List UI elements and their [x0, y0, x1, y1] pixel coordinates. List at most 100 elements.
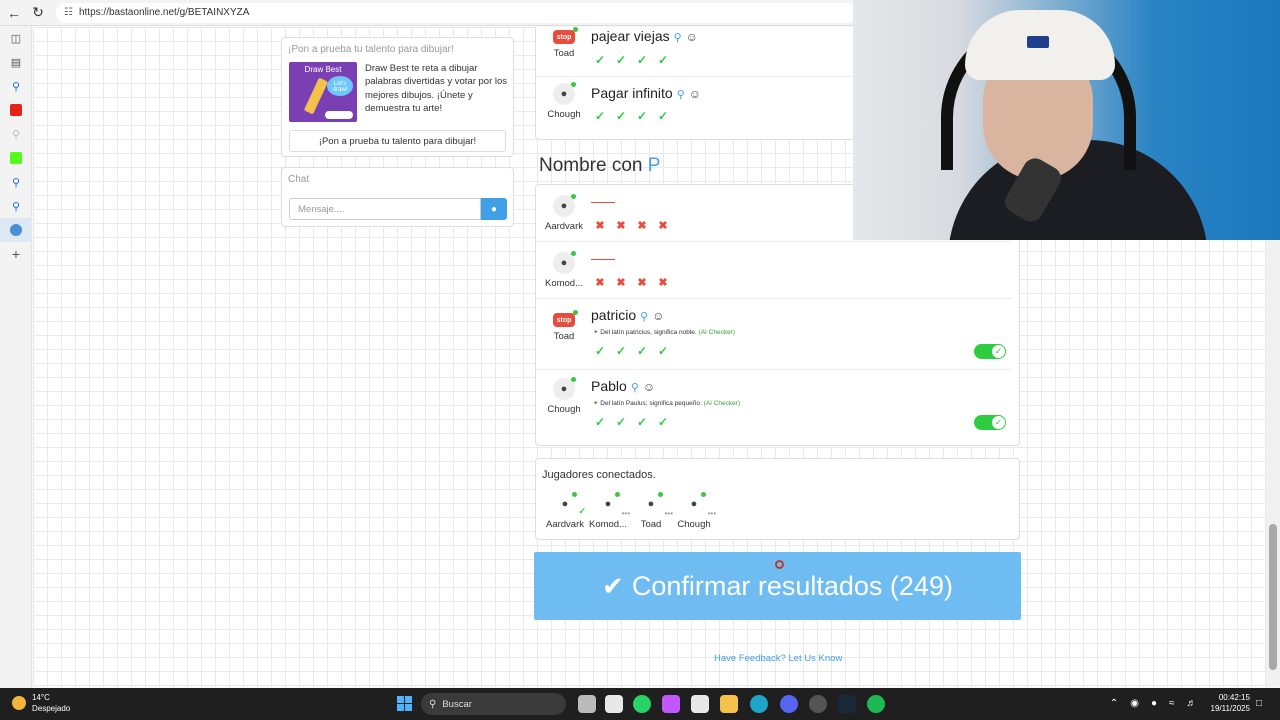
- draw-best-promo-card: ¡Pon a prueba tu talento para dibujar! D…: [281, 37, 514, 157]
- search-icon[interactable]: ⚲: [631, 382, 639, 394]
- site-info-icon[interactable]: ☷: [64, 7, 73, 18]
- file-explorer-icon[interactable]: [720, 695, 738, 713]
- check-icon[interactable]: ✓: [657, 54, 669, 66]
- microphone-icon[interactable]: ●: [1151, 698, 1157, 709]
- online-dot: [658, 492, 663, 497]
- reload-icon[interactable]: ↻: [28, 3, 48, 23]
- back-icon[interactable]: ←: [4, 3, 24, 23]
- answer-text: patricio: [591, 307, 637, 323]
- feedback-link[interactable]: Have Feedback? Let Us Know: [714, 653, 842, 664]
- taskbar-clock[interactable]: 00:42:15 19/11/2025: [1211, 692, 1250, 714]
- weather-widget[interactable]: 14°C Despejado: [12, 692, 70, 714]
- clock-date: 19/11/2025: [1210, 704, 1250, 713]
- search-icon[interactable]: ⚲: [0, 74, 32, 98]
- taskbar-search[interactable]: ⚲ Buscar: [421, 693, 566, 715]
- check-icon[interactable]: ✓: [594, 54, 606, 66]
- ai-checker-label: (AI Checker): [703, 400, 741, 407]
- check-icon[interactable]: ✓: [594, 345, 606, 357]
- send-message-button[interactable]: ●: [481, 198, 507, 220]
- not-allowed-cursor-icon: [775, 560, 784, 569]
- copilot-icon[interactable]: [662, 695, 680, 713]
- browser-sidebar: ◫ ▤ ⚲ ⚲ ⚲ ⚲ +: [0, 26, 32, 688]
- validity-toggle[interactable]: ✓: [974, 415, 1006, 430]
- store-icon[interactable]: [691, 695, 709, 713]
- check-icon[interactable]: ✓: [594, 110, 606, 122]
- check-icon[interactable]: ✓: [615, 54, 627, 66]
- smiley-icon[interactable]: ☺: [689, 87, 701, 101]
- check-icon[interactable]: ✓: [636, 110, 648, 122]
- notification-icon[interactable]: □: [1256, 698, 1262, 709]
- scrollbar-thumb[interactable]: [1269, 524, 1277, 670]
- cross-icon[interactable]: ✖: [636, 220, 648, 232]
- obs-icon[interactable]: [809, 695, 827, 713]
- ai-checker-label: (AI Checker): [698, 329, 736, 336]
- promo-button[interactable]: ¡Pon a prueba tu talento para dibujar!: [289, 130, 506, 152]
- check-icon[interactable]: ✓: [657, 110, 669, 122]
- online-dot: [571, 194, 576, 199]
- check-icon[interactable]: ✓: [615, 416, 627, 428]
- bastaonline-icon[interactable]: [0, 218, 32, 242]
- draw-best-image[interactable]: Draw Best Let's draw!: [289, 62, 357, 122]
- stop-badge-label: stop: [556, 316, 572, 324]
- search-icon[interactable]: ⚲: [640, 311, 648, 323]
- chevron-up-icon[interactable]: ⌃: [1110, 698, 1118, 709]
- validity-toggle[interactable]: ✓: [974, 344, 1006, 359]
- smiley-icon[interactable]: ☺: [643, 380, 655, 394]
- wifi-icon[interactable]: ≈: [1169, 698, 1175, 709]
- tab-actions-icon[interactable]: ◫: [0, 26, 32, 50]
- check-icon[interactable]: ✓: [615, 110, 627, 122]
- search-icon[interactable]: ⚲: [677, 89, 685, 101]
- cross-icon[interactable]: ✖: [594, 220, 606, 232]
- steam-icon[interactable]: [838, 695, 856, 713]
- collections-icon[interactable]: ▤: [0, 50, 32, 74]
- cross-icon[interactable]: ✖: [657, 220, 669, 232]
- search-icon[interactable]: ⚲: [0, 122, 32, 146]
- vote-marks: ✖ ✖ ✖ ✖: [594, 277, 669, 289]
- volume-icon[interactable]: ♬: [1187, 698, 1197, 709]
- check-icon: ✓: [992, 345, 1005, 358]
- webcam-overlay: [853, 0, 1280, 240]
- ai-note: ✦ Del latín patricius, significa noble. …: [593, 328, 735, 336]
- add-icon[interactable]: +: [0, 242, 32, 266]
- edge-icon[interactable]: [750, 695, 768, 713]
- chat-message-input[interactable]: Mensaje....: [289, 198, 481, 220]
- smiley-icon[interactable]: ☺: [686, 30, 698, 44]
- spotify-icon[interactable]: [867, 695, 885, 713]
- online-dot: [571, 82, 576, 87]
- search-icon[interactable]: ⚲: [0, 194, 32, 218]
- windows-start-icon[interactable]: [397, 696, 412, 711]
- cross-icon[interactable]: ✖: [594, 277, 606, 289]
- check-icon[interactable]: ✓: [657, 345, 669, 357]
- check-icon[interactable]: ✓: [636, 345, 648, 357]
- confirm-results-button[interactable]: ✔ Confirmar resultados (249): [534, 552, 1021, 620]
- check-icon[interactable]: ✓: [636, 416, 648, 428]
- online-dot: [572, 492, 577, 497]
- search-icon[interactable]: ⚲: [0, 170, 32, 194]
- cross-icon[interactable]: ✖: [615, 277, 627, 289]
- kick-icon[interactable]: [0, 146, 32, 170]
- whatsapp-icon[interactable]: [633, 695, 651, 713]
- webcam-person-cap: [965, 10, 1115, 80]
- smiley-icon[interactable]: ☺: [652, 309, 664, 323]
- cross-icon[interactable]: ✖: [657, 277, 669, 289]
- search-icon[interactable]: ⚲: [674, 32, 682, 44]
- discord-icon[interactable]: [780, 695, 798, 713]
- app-tray-icon[interactable]: ◉: [1130, 698, 1139, 709]
- player-name: Komod...: [588, 519, 628, 530]
- check-icon[interactable]: ✓: [636, 54, 648, 66]
- answer-text: Pagar infinito: [591, 85, 673, 101]
- calendar-icon[interactable]: [605, 695, 623, 713]
- youtube-icon[interactable]: [0, 98, 32, 122]
- task-view-icon[interactable]: [578, 695, 596, 713]
- vote-marks: ✖ ✖ ✖ ✖: [594, 220, 669, 232]
- system-tray: ⌃ ◉ ● ≈ ♬ 00:42:15 19/11/2025 □: [1104, 692, 1268, 714]
- check-icon[interactable]: ✓: [657, 416, 669, 428]
- cross-icon[interactable]: ✖: [636, 277, 648, 289]
- avatar: ●: [553, 251, 576, 274]
- check-icon[interactable]: ✓: [615, 345, 627, 357]
- online-dot: [701, 492, 706, 497]
- check-icon[interactable]: ✓: [594, 416, 606, 428]
- address-bar[interactable]: ☷ https://bastaonline.net/g/BETAINXYZA: [56, 2, 856, 23]
- brush-icon: [303, 77, 329, 115]
- cross-icon[interactable]: ✖: [615, 220, 627, 232]
